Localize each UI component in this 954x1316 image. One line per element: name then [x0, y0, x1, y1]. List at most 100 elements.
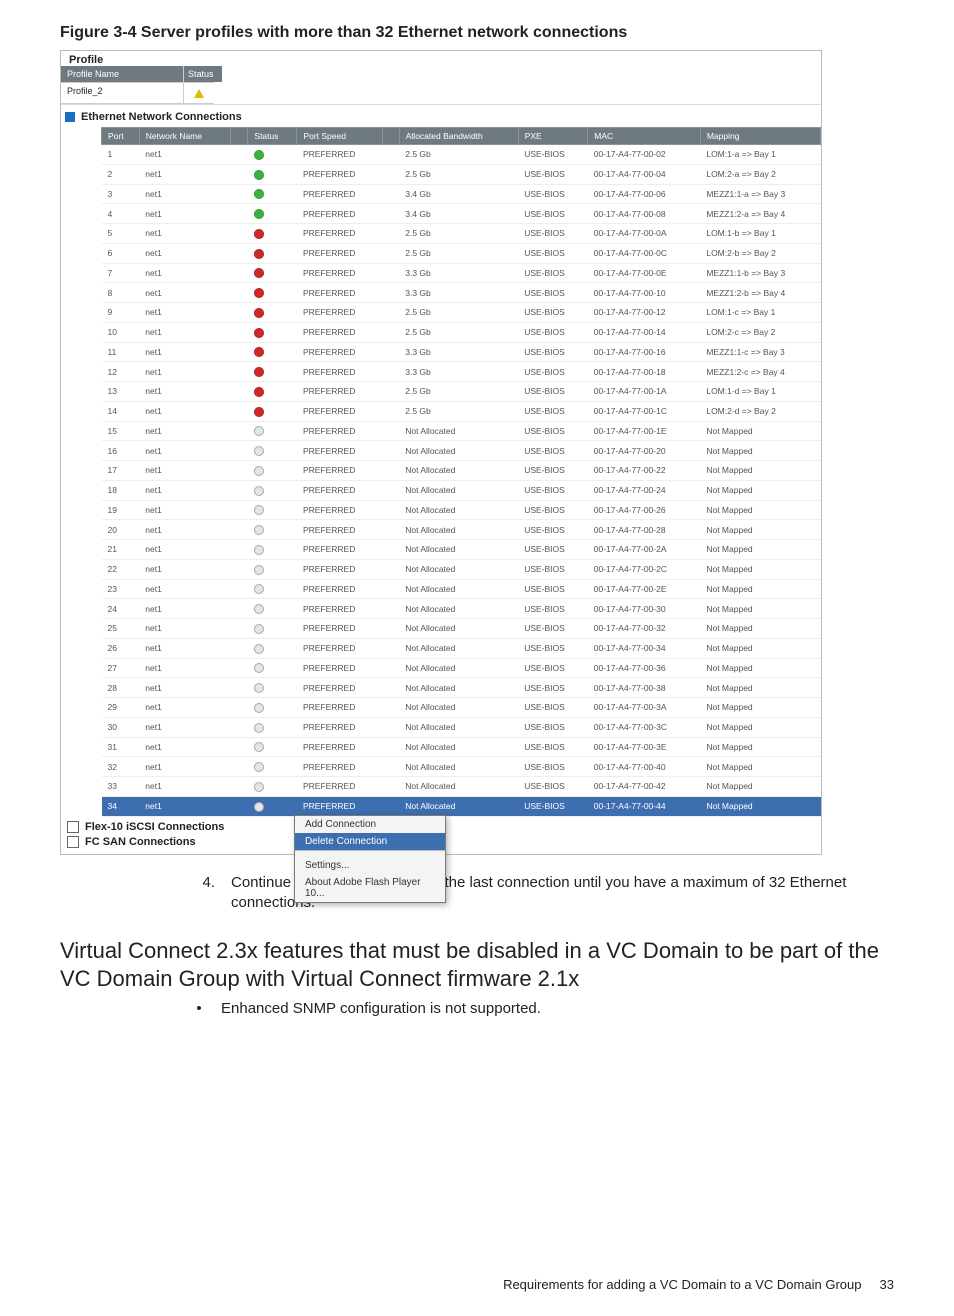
status-icon [254, 624, 264, 634]
cell: 2.5 Gb [399, 243, 518, 263]
cell [231, 737, 248, 757]
cell [231, 441, 248, 461]
cell: 00-17-A4-77-00-2C [588, 559, 701, 579]
cell: Not Allocated [399, 717, 518, 737]
table-row[interactable]: 18net1PREFERREDNot AllocatedUSE-BIOS00-1… [102, 480, 821, 500]
column-header[interactable]: Allocated Bandwidth [399, 128, 518, 145]
cell: PREFERRED [297, 579, 382, 599]
table-row[interactable]: 20net1PREFERREDNot AllocatedUSE-BIOS00-1… [102, 520, 821, 540]
table-row[interactable]: 31net1PREFERREDNot AllocatedUSE-BIOS00-1… [102, 737, 821, 757]
column-header[interactable]: Status [248, 128, 297, 145]
cell: net1 [139, 421, 230, 441]
table-row[interactable]: 14net1PREFERRED2.5 GbUSE-BIOS00-17-A4-77… [102, 401, 821, 421]
section-ethernet[interactable]: Ethernet Network Connections [61, 104, 821, 127]
menu-about-flash[interactable]: About Adobe Flash Player 10... [295, 874, 445, 902]
table-row[interactable]: 26net1PREFERREDNot AllocatedUSE-BIOS00-1… [102, 638, 821, 658]
cell [248, 204, 297, 224]
cell: net1 [139, 796, 230, 816]
table-row[interactable]: 8net1PREFERRED3.3 GbUSE-BIOS00-17-A4-77-… [102, 283, 821, 303]
table-row[interactable]: 2net1PREFERRED2.5 GbUSE-BIOS00-17-A4-77-… [102, 164, 821, 184]
menu-add-connection[interactable]: Add Connection [295, 816, 445, 833]
cell: 17 [102, 461, 140, 481]
table-row[interactable]: 5net1PREFERRED2.5 GbUSE-BIOS00-17-A4-77-… [102, 224, 821, 244]
table-row[interactable]: 3net1PREFERRED3.4 GbUSE-BIOS00-17-A4-77-… [102, 184, 821, 204]
table-row[interactable]: 23net1PREFERREDNot AllocatedUSE-BIOS00-1… [102, 579, 821, 599]
table-row[interactable]: 32net1PREFERREDNot AllocatedUSE-BIOS00-1… [102, 757, 821, 777]
cell: net1 [139, 303, 230, 323]
table-row[interactable]: 34net1PREFERREDNot AllocatedUSE-BIOS00-1… [102, 796, 821, 816]
table-row[interactable]: 13net1PREFERRED2.5 GbUSE-BIOS00-17-A4-77… [102, 382, 821, 402]
status-icon [254, 347, 264, 357]
cell: USE-BIOS [518, 757, 588, 777]
column-header[interactable]: Mapping [700, 128, 820, 145]
status-icon [254, 407, 264, 417]
menu-settings[interactable]: Settings... [295, 857, 445, 874]
cell [231, 579, 248, 599]
cell: USE-BIOS [518, 362, 588, 382]
table-row[interactable]: 1net1PREFERRED2.5 GbUSE-BIOS00-17-A4-77-… [102, 145, 821, 165]
context-menu: Add Connection Delete Connection Setting… [294, 815, 446, 903]
column-header[interactable]: Port [102, 128, 140, 145]
table-row[interactable]: 24net1PREFERREDNot AllocatedUSE-BIOS00-1… [102, 599, 821, 619]
status-icon [254, 209, 264, 219]
profile-status-header: Status [184, 66, 222, 82]
cell: Not Allocated [399, 737, 518, 757]
column-header[interactable] [382, 128, 399, 145]
cell: 24 [102, 599, 140, 619]
table-row[interactable]: 30net1PREFERREDNot AllocatedUSE-BIOS00-1… [102, 717, 821, 737]
table-row[interactable]: 9net1PREFERRED2.5 GbUSE-BIOS00-17-A4-77-… [102, 303, 821, 323]
cell: 13 [102, 382, 140, 402]
cell: Not Mapped [700, 480, 820, 500]
table-row[interactable]: 27net1PREFERREDNot AllocatedUSE-BIOS00-1… [102, 658, 821, 678]
table-row[interactable]: 16net1PREFERREDNot AllocatedUSE-BIOS00-1… [102, 441, 821, 461]
cell: net1 [139, 263, 230, 283]
table-row[interactable]: 12net1PREFERRED3.3 GbUSE-BIOS00-17-A4-77… [102, 362, 821, 382]
cell: 22 [102, 559, 140, 579]
cell: 00-17-A4-77-00-38 [588, 678, 701, 698]
status-icon [254, 782, 264, 792]
column-header[interactable]: Port Speed [297, 128, 382, 145]
cell [248, 520, 297, 540]
cell [382, 303, 399, 323]
table-row[interactable]: 10net1PREFERRED2.5 GbUSE-BIOS00-17-A4-77… [102, 322, 821, 342]
table-row[interactable]: 11net1PREFERRED3.3 GbUSE-BIOS00-17-A4-77… [102, 342, 821, 362]
table-row[interactable]: 19net1PREFERREDNot AllocatedUSE-BIOS00-1… [102, 500, 821, 520]
cell [231, 322, 248, 342]
column-header[interactable]: PXE [518, 128, 588, 145]
table-row[interactable]: 15net1PREFERREDNot AllocatedUSE-BIOS00-1… [102, 421, 821, 441]
table-row[interactable]: 21net1PREFERREDNot AllocatedUSE-BIOS00-1… [102, 540, 821, 560]
table-row[interactable]: 4net1PREFERRED3.4 GbUSE-BIOS00-17-A4-77-… [102, 204, 821, 224]
menu-delete-connection[interactable]: Delete Connection [295, 833, 445, 850]
cell [382, 243, 399, 263]
column-header[interactable]: Network Name [139, 128, 230, 145]
cell: 00-17-A4-77-00-10 [588, 283, 701, 303]
table-row[interactable]: 33net1PREFERREDNot AllocatedUSE-BIOS00-1… [102, 777, 821, 797]
cell [231, 283, 248, 303]
table-row[interactable]: 7net1PREFERRED3.3 GbUSE-BIOS00-17-A4-77-… [102, 263, 821, 283]
cell: USE-BIOS [518, 283, 588, 303]
cell: Not Mapped [700, 421, 820, 441]
cell: 00-17-A4-77-00-3E [588, 737, 701, 757]
warning-icon [194, 89, 204, 98]
cell [231, 658, 248, 678]
table-row[interactable]: 28net1PREFERREDNot AllocatedUSE-BIOS00-1… [102, 678, 821, 698]
cell [382, 441, 399, 461]
cell: PREFERRED [297, 717, 382, 737]
cell [248, 698, 297, 718]
table-row[interactable]: 17net1PREFERREDNot AllocatedUSE-BIOS00-1… [102, 461, 821, 481]
profile-card-title: Profile [61, 51, 821, 66]
table-row[interactable]: 6net1PREFERRED2.5 GbUSE-BIOS00-17-A4-77-… [102, 243, 821, 263]
status-icon [254, 802, 264, 812]
column-header[interactable]: MAC [588, 128, 701, 145]
column-header[interactable] [231, 128, 248, 145]
cell: USE-BIOS [518, 342, 588, 362]
cell: 12 [102, 362, 140, 382]
page-footer: Requirements for adding a VC Domain to a… [60, 1277, 894, 1292]
cell: PREFERRED [297, 461, 382, 481]
cell: Not Allocated [399, 500, 518, 520]
cell: net1 [139, 520, 230, 540]
table-row[interactable]: 29net1PREFERREDNot AllocatedUSE-BIOS00-1… [102, 698, 821, 718]
cell [382, 599, 399, 619]
table-row[interactable]: 22net1PREFERREDNot AllocatedUSE-BIOS00-1… [102, 559, 821, 579]
table-row[interactable]: 25net1PREFERREDNot AllocatedUSE-BIOS00-1… [102, 619, 821, 639]
